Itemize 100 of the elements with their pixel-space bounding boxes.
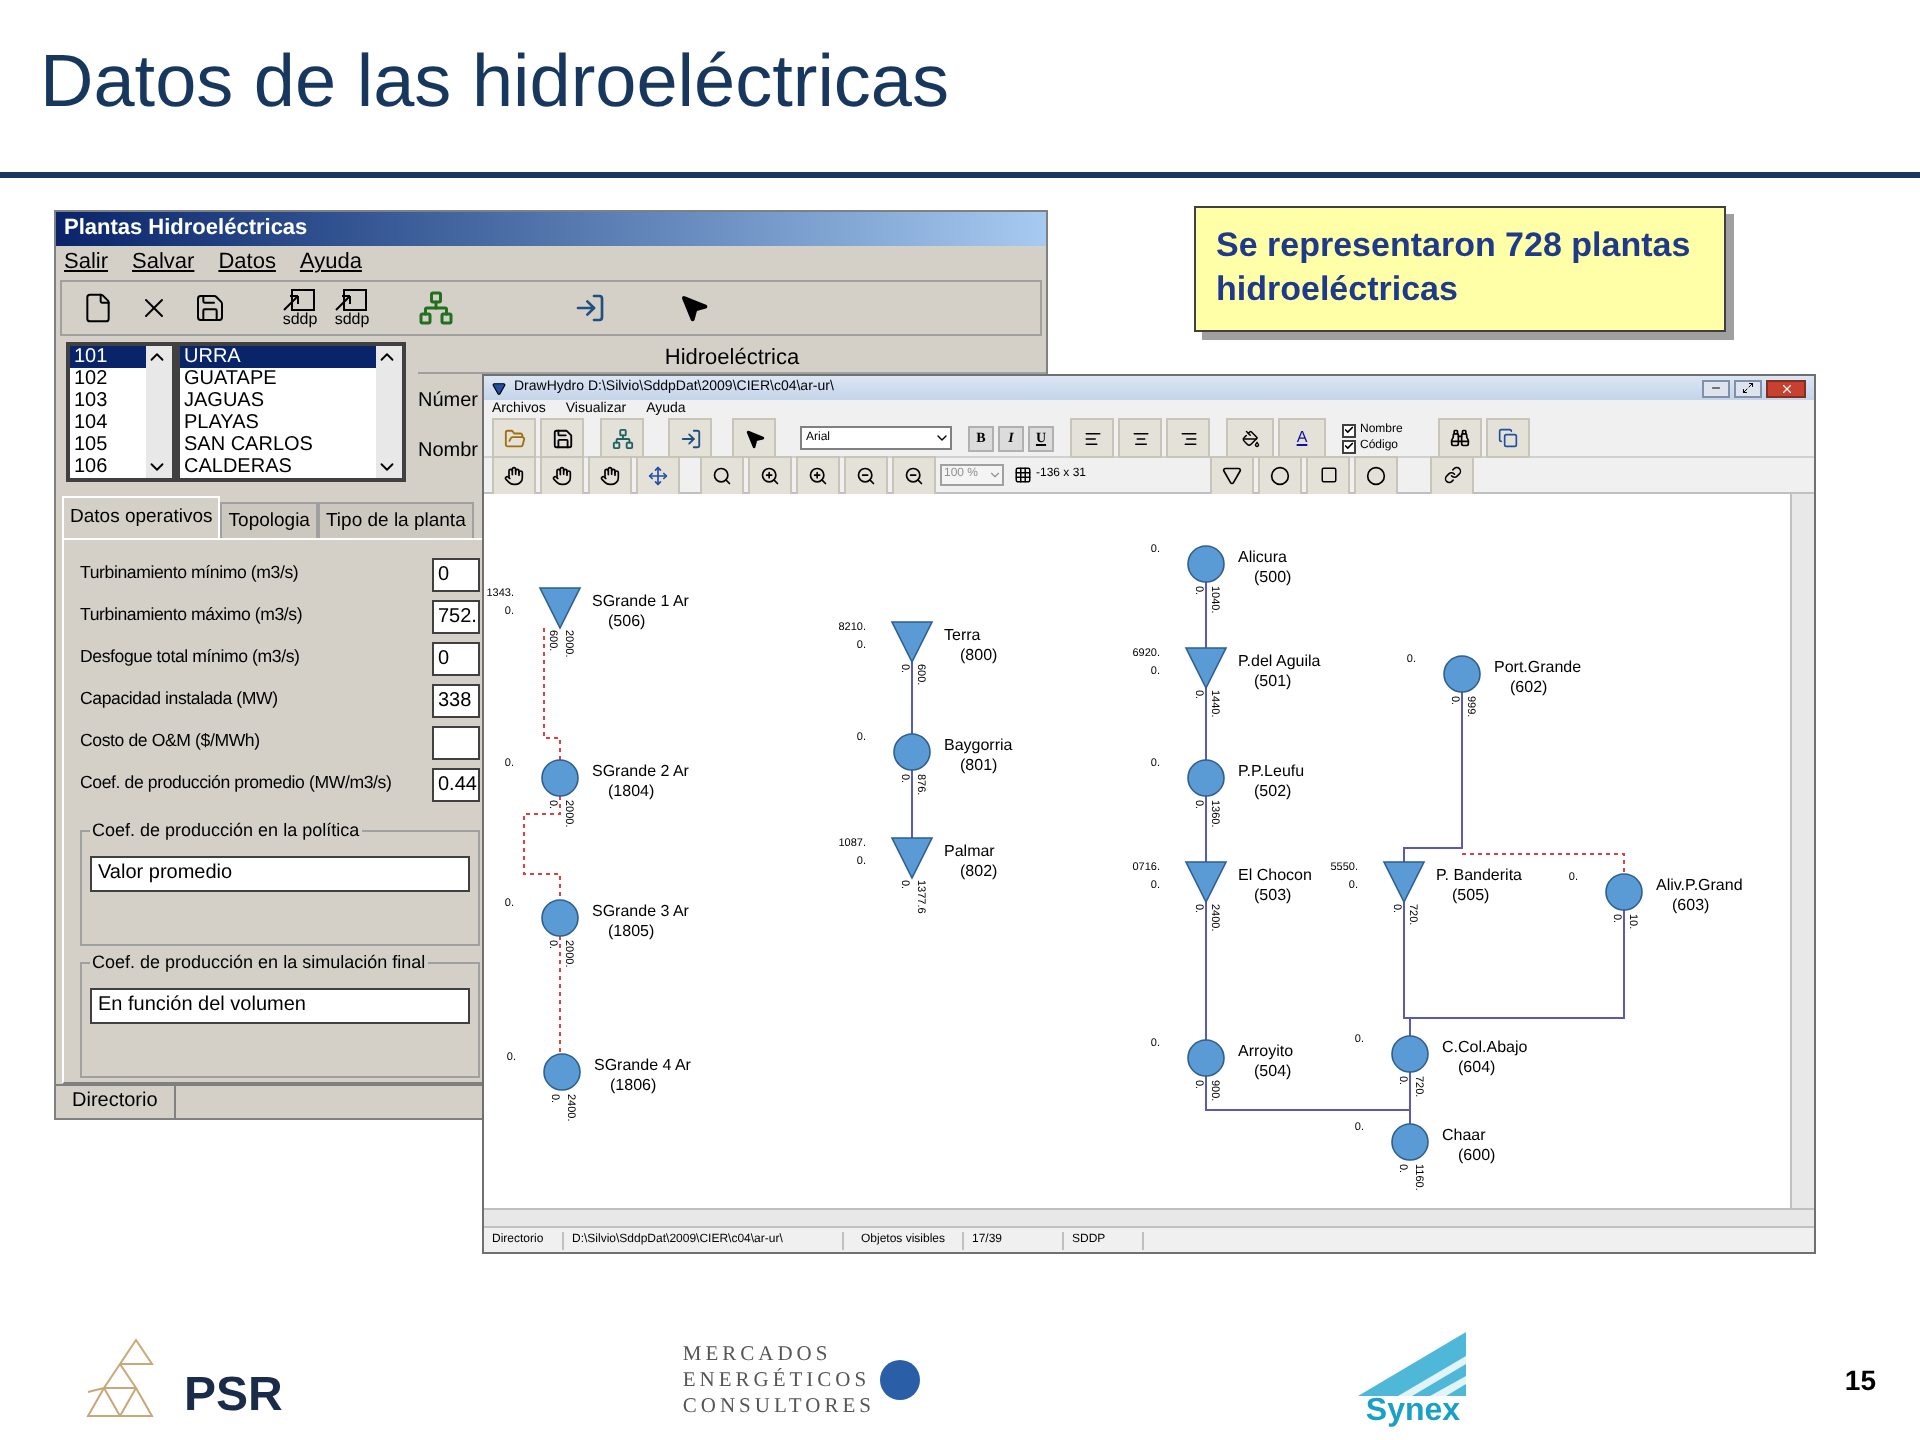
zoom-out-icon[interactable]: [844, 455, 888, 495]
minimize-icon[interactable]: [1710, 382, 1722, 394]
tab[interactable]: Datos operativos: [62, 496, 221, 538]
input-field[interactable]: 0.44: [432, 767, 480, 801]
help-pointer-icon[interactable]: [678, 292, 710, 324]
globe-icon: [878, 1358, 923, 1402]
minimize-button[interactable]: [1702, 379, 1730, 397]
menu-item[interactable]: Salvar: [132, 246, 195, 280]
connector-line: [1205, 795, 1207, 863]
list-item[interactable]: 101: [70, 346, 146, 368]
zoom-in-icon[interactable]: [700, 455, 744, 495]
scrollbar[interactable]: [376, 346, 402, 478]
dropdown-caret-icon[interactable]: [934, 430, 950, 446]
callout-text: Se representaron 728 plantas hidroeléctricas: [1216, 224, 1693, 312]
plant-icon[interactable]: [541, 899, 579, 937]
hand-icon[interactable]: [492, 455, 536, 495]
plant-icon[interactable]: [1187, 759, 1225, 797]
input-field[interactable]: 0: [432, 557, 480, 591]
node-name: SGrande 1 Ar: [592, 592, 689, 610]
reservoir-icon[interactable]: [1382, 861, 1426, 904]
binoculars-icon[interactable]: [1438, 418, 1483, 458]
save-icon[interactable]: [194, 292, 226, 324]
connector-line: [1205, 581, 1207, 649]
paint-bucket-icon[interactable]: [1226, 418, 1274, 458]
help-pointer-icon[interactable]: [732, 418, 776, 458]
plant-icon[interactable]: [1391, 1035, 1429, 1073]
plant-icon[interactable]: [1605, 873, 1643, 911]
app-icon: [492, 381, 506, 395]
zoom-out-icon[interactable]: [892, 455, 936, 495]
tab[interactable]: Tipo de la planta: [317, 502, 474, 538]
horizontal-scrollbar[interactable]: [484, 1208, 1814, 1226]
input-field[interactable]: 752.: [432, 599, 480, 633]
list-item[interactable]: 106: [70, 456, 146, 478]
plant-icon[interactable]: [541, 759, 579, 797]
plant-icon[interactable]: [1187, 545, 1225, 583]
new-file-icon[interactable]: [82, 292, 114, 324]
align-left-icon[interactable]: [1070, 418, 1114, 458]
field-label: Costo de O&M ($/MWh): [80, 728, 262, 755]
plant-icon[interactable]: [893, 733, 931, 771]
import-button[interactable]: sddp: [282, 288, 318, 328]
move-icon[interactable]: [636, 455, 680, 495]
hand-icon[interactable]: [588, 455, 632, 495]
zoom-in-icon[interactable]: [796, 455, 840, 495]
tree-icon[interactable]: [418, 290, 454, 326]
menu-item[interactable]: Datos: [218, 246, 276, 280]
reservoir-icon[interactable]: [538, 587, 582, 630]
list-item[interactable]: SAN CARLOS: [180, 434, 376, 456]
menu-item[interactable]: Ayuda: [299, 246, 362, 280]
list-item[interactable]: 102: [70, 368, 146, 390]
text-color-button[interactable]: A: [1278, 418, 1326, 458]
list-item[interactable]: 105: [70, 434, 146, 456]
node-code: (1804): [608, 782, 655, 800]
menu-item[interactable]: Salir: [64, 246, 109, 280]
node-name: Palmar: [944, 842, 995, 860]
list-item[interactable]: 103: [70, 390, 146, 412]
node-code: (1806): [610, 1076, 657, 1094]
node-name: Chaar: [1442, 1126, 1486, 1144]
plant-icon[interactable]: [543, 1053, 581, 1091]
list-item[interactable]: GUATAPE: [180, 368, 376, 390]
plant-icon[interactable]: [1443, 655, 1481, 693]
checkbox[interactable]: [1342, 439, 1356, 453]
list-item[interactable]: JAGUAS: [180, 390, 376, 412]
node-name: Terra: [944, 626, 981, 644]
close-button[interactable]: [1766, 379, 1806, 397]
reservoir-icon[interactable]: [890, 837, 934, 880]
reservoir-icon[interactable]: [1184, 647, 1228, 690]
plant-icon[interactable]: [1187, 1039, 1225, 1077]
network-icon[interactable]: [600, 418, 644, 458]
hand-icon[interactable]: [540, 455, 584, 495]
link-icon[interactable]: [1430, 455, 1475, 495]
list-item[interactable]: 104: [70, 412, 146, 434]
scrollbar[interactable]: [146, 346, 172, 478]
list-item[interactable]: PLAYAS: [180, 412, 376, 434]
list-item[interactable]: URRA: [180, 346, 376, 368]
input-field[interactable]: 338: [432, 683, 480, 717]
exit-icon[interactable]: [668, 418, 712, 458]
close-icon[interactable]: [1779, 381, 1793, 395]
list-item[interactable]: CALDERAS: [180, 456, 376, 478]
zoom-in-icon[interactable]: [748, 455, 792, 495]
node-code: (505): [1452, 886, 1490, 904]
input-field[interactable]: 0: [432, 641, 480, 675]
import-button[interactable]: sddp: [334, 288, 370, 328]
field-label: Desfogue total mínimo (m3/s): [80, 644, 302, 671]
copy-icon[interactable]: [1486, 418, 1531, 458]
align-center-icon[interactable]: [1118, 418, 1162, 458]
input-field[interactable]: [432, 725, 480, 759]
plant-icon[interactable]: [1391, 1123, 1429, 1161]
exit-icon[interactable]: [574, 292, 606, 324]
checkbox[interactable]: [1342, 423, 1356, 437]
dropdown-field[interactable]: Valor promedio: [90, 856, 470, 892]
square-icon[interactable]: [1306, 455, 1351, 495]
dropdown-field[interactable]: En función del volumen: [90, 988, 470, 1024]
maximize-button[interactable]: [1734, 379, 1762, 397]
node-code: (604): [1458, 1058, 1496, 1076]
tab[interactable]: Topologia: [220, 502, 318, 538]
reservoir-icon[interactable]: [890, 621, 934, 664]
node-name: Port.Grande: [1494, 658, 1582, 676]
reservoir-icon[interactable]: [1184, 861, 1228, 904]
align-right-icon[interactable]: [1166, 418, 1210, 458]
vertical-scrollbar[interactable]: [1790, 494, 1814, 1208]
